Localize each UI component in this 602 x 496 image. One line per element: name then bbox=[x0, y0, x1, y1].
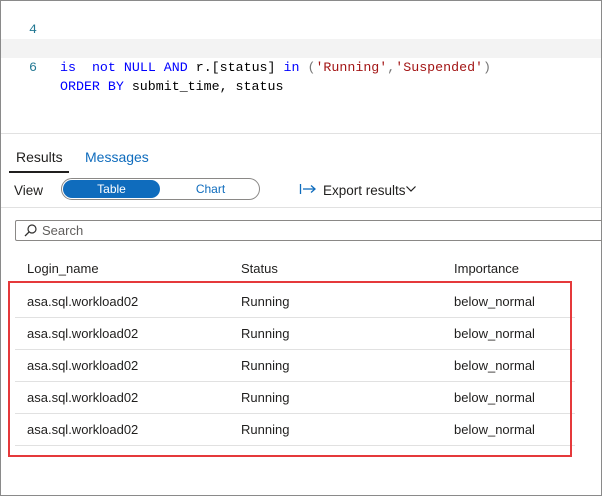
code-line-current: 6 ORDER BY submit_time, status bbox=[1, 39, 601, 94]
cell-login-name: asa.sql.workload02 bbox=[27, 294, 139, 309]
cell-importance: below_normal bbox=[454, 326, 535, 341]
grid-header: Login_name Status Importance bbox=[1, 255, 601, 283]
column-header-login-name[interactable]: Login_name bbox=[27, 261, 99, 276]
cell-status: Running bbox=[241, 326, 290, 341]
chevron-down-icon bbox=[405, 183, 417, 198]
cell-importance: below_normal bbox=[454, 294, 535, 309]
code-token: 'Suspended' bbox=[395, 60, 484, 75]
view-label: View bbox=[14, 183, 44, 198]
table-row[interactable]: asa.sql.workload02 Running below_normal bbox=[15, 318, 575, 350]
search-box[interactable] bbox=[15, 220, 602, 241]
code-token: not bbox=[91, 60, 116, 75]
code-token: 'Running' bbox=[315, 60, 388, 75]
code-text: is not NULL AND r.[status] in ('Running'… bbox=[60, 58, 491, 77]
cell-status: Running bbox=[241, 390, 290, 405]
code-line: 4 WHERE s.login_name IN ('asa.sql.worklo… bbox=[1, 1, 601, 56]
view-toggle: Table Chart bbox=[61, 178, 260, 200]
cell-login-name: asa.sql.workload02 bbox=[27, 326, 139, 341]
chart-view-button[interactable]: Chart bbox=[162, 180, 259, 198]
code-line: 5 is not NULL AND r.[status] in ('Runnin… bbox=[1, 20, 601, 75]
toolbar-divider bbox=[1, 207, 601, 208]
column-header-status[interactable]: Status bbox=[241, 261, 278, 276]
code-token: is bbox=[60, 60, 76, 75]
cell-status: Running bbox=[241, 358, 290, 373]
search-icon bbox=[24, 224, 37, 242]
export-results-label: Export results bbox=[323, 183, 406, 198]
cell-importance: below_normal bbox=[454, 390, 535, 405]
table-row[interactable]: asa.sql.workload02 Running below_normal bbox=[15, 414, 575, 446]
table-row[interactable]: asa.sql.workload02 Running below_normal bbox=[15, 382, 575, 414]
tab-messages[interactable]: Messages bbox=[85, 149, 149, 165]
code-token: r.[status] bbox=[187, 60, 284, 75]
cell-status: Running bbox=[241, 422, 290, 437]
editor-divider bbox=[1, 133, 601, 134]
query-editor[interactable]: 4 WHERE s.login_name IN ('asa.sql.worklo… bbox=[1, 1, 601, 133]
code-token: ORDER BY bbox=[60, 79, 124, 94]
code-token: ( bbox=[299, 60, 316, 75]
active-tab-indicator bbox=[9, 171, 69, 173]
cell-login-name: asa.sql.workload02 bbox=[27, 358, 139, 373]
table-row[interactable]: asa.sql.workload02 Running below_normal bbox=[15, 286, 575, 318]
table-view-button[interactable]: Table bbox=[63, 180, 160, 198]
column-header-importance[interactable]: Importance bbox=[454, 261, 519, 276]
tab-results[interactable]: Results bbox=[16, 149, 63, 165]
code-token: NULL bbox=[123, 60, 156, 75]
code-token: AND bbox=[163, 60, 188, 75]
cell-status: Running bbox=[241, 294, 290, 309]
search-input[interactable] bbox=[42, 222, 342, 239]
cell-login-name: asa.sql.workload02 bbox=[27, 390, 139, 405]
cell-login-name: asa.sql.workload02 bbox=[27, 422, 139, 437]
cell-importance: below_normal bbox=[454, 358, 535, 373]
line-number: 6 bbox=[29, 60, 37, 75]
code-token: in bbox=[283, 60, 300, 75]
code-token: ) bbox=[483, 60, 492, 75]
cell-importance: below_normal bbox=[454, 422, 535, 437]
table-row[interactable]: asa.sql.workload02 Running below_normal bbox=[15, 350, 575, 382]
code-text: ORDER BY submit_time, status bbox=[60, 77, 283, 96]
code-token: submit_time, status bbox=[123, 79, 284, 94]
export-icon bbox=[299, 183, 317, 198]
